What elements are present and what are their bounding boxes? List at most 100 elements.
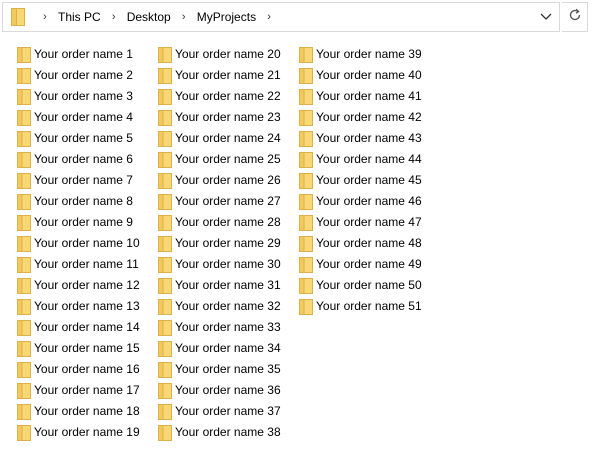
folder-name: Your order name 21 (175, 68, 281, 82)
folder-icon (11, 8, 25, 26)
folder-item[interactable]: Your order name 33 (141, 317, 281, 338)
folder-name: Your order name 39 (316, 47, 422, 61)
folder-item[interactable]: Your order name 10 (0, 233, 140, 254)
folder-icon (17, 382, 31, 399)
folder-item[interactable]: Your order name 18 (0, 401, 140, 422)
folder-item[interactable]: Your order name 25 (141, 149, 281, 170)
breadcrumb: › This PC › Desktop › MyProjects › (33, 10, 281, 24)
folder-item[interactable]: Your order name 14 (0, 317, 140, 338)
folder-item[interactable]: Your order name 46 (282, 191, 422, 212)
folder-item[interactable]: Your order name 5 (0, 128, 133, 149)
folder-view: Your order name 1 Your order name 2 Your o… (0, 44, 597, 444)
folder-name: Your order name 51 (316, 299, 422, 313)
folder-icon (299, 235, 313, 252)
breadcrumb-desktop[interactable]: Desktop (126, 10, 172, 24)
folder-item[interactable]: Your order name 51 (282, 296, 422, 317)
folder-name: Your order name 40 (316, 68, 422, 82)
folder-item[interactable]: Your order name 8 (0, 191, 133, 212)
folder-item[interactable]: Your order name 19 (0, 422, 140, 443)
folder-name: Your order name 9 (34, 215, 133, 229)
folder-icon (17, 256, 31, 273)
folder-name: Your order name 28 (175, 215, 281, 229)
breadcrumb-this-pc[interactable]: This PC (57, 10, 102, 24)
folder-item[interactable]: Your order name 4 (0, 107, 133, 128)
folder-item[interactable]: Your order name 49 (282, 254, 422, 275)
folder-icon (299, 130, 313, 147)
folder-name: Your order name 10 (34, 236, 140, 250)
folder-item[interactable]: Your order name 43 (282, 128, 422, 149)
folder-icon (158, 403, 172, 420)
address-bar[interactable]: › This PC › Desktop › MyProjects › (2, 2, 560, 32)
folder-name: Your order name 41 (316, 89, 422, 103)
folder-item[interactable]: Your order name 36 (141, 380, 281, 401)
folder-item[interactable]: Your order name 42 (282, 107, 422, 128)
folder-name: Your order name 38 (175, 425, 281, 439)
folder-icon (158, 109, 172, 126)
folder-icon (17, 403, 31, 420)
folder-item[interactable]: Your order name 13 (0, 296, 140, 317)
folder-item[interactable]: Your order name 34 (141, 338, 281, 359)
folder-item[interactable]: Your order name 28 (141, 212, 281, 233)
folder-name: Your order name 8 (34, 194, 133, 208)
folder-item[interactable]: Your order name 38 (141, 422, 281, 443)
folder-name: Your order name 32 (175, 299, 281, 313)
refresh-icon (568, 8, 582, 27)
folder-item[interactable]: Your order name 21 (141, 65, 281, 86)
folder-item[interactable]: Your order name 40 (282, 65, 422, 86)
folder-item[interactable]: Your order name 41 (282, 86, 422, 107)
chevron-right-icon[interactable]: › (263, 11, 275, 23)
chevron-right-icon[interactable]: › (39, 11, 51, 23)
folder-icon (299, 151, 313, 168)
folder-item[interactable]: Your order name 44 (282, 149, 422, 170)
folder-name: Your order name 16 (34, 362, 140, 376)
folder-item[interactable]: Your order name 6 (0, 149, 133, 170)
folder-name: Your order name 4 (34, 110, 133, 124)
folder-icon (299, 193, 313, 210)
folder-item[interactable]: Your order name 23 (141, 107, 281, 128)
folder-item[interactable]: Your order name 17 (0, 380, 140, 401)
folder-icon (17, 340, 31, 357)
folder-item[interactable]: Your order name 7 (0, 170, 133, 191)
folder-item[interactable]: Your order name 35 (141, 359, 281, 380)
breadcrumb-myprojects[interactable]: MyProjects (196, 10, 257, 24)
folder-name: Your order name 22 (175, 89, 281, 103)
folder-item[interactable]: Your order name 12 (0, 275, 140, 296)
folder-item[interactable]: Your order name 3 (0, 86, 133, 107)
folder-icon (158, 340, 172, 357)
folder-item[interactable]: Your order name 32 (141, 296, 281, 317)
chevron-right-icon[interactable]: › (178, 11, 190, 23)
folder-item[interactable]: Your order name 50 (282, 275, 422, 296)
folder-icon (158, 67, 172, 84)
folder-item[interactable]: Your order name 9 (0, 212, 133, 233)
folder-item[interactable]: Your order name 20 (141, 44, 281, 65)
folder-item[interactable]: Your order name 29 (141, 233, 281, 254)
folder-item[interactable]: Your order name 1 (0, 44, 133, 65)
refresh-button[interactable] (562, 2, 588, 32)
chevron-down-icon[interactable] (539, 9, 553, 25)
folder-item[interactable]: Your order name 45 (282, 170, 422, 191)
folder-item[interactable]: Your order name 31 (141, 275, 281, 296)
folder-item[interactable]: Your order name 11 (0, 254, 139, 275)
folder-icon (158, 130, 172, 147)
folder-item[interactable]: Your order name 26 (141, 170, 281, 191)
folder-name: Your order name 23 (175, 110, 281, 124)
folder-icon (158, 46, 172, 63)
folder-name: Your order name 11 (34, 257, 139, 271)
folder-icon (299, 109, 313, 126)
folder-item[interactable]: Your order name 16 (0, 359, 140, 380)
folder-icon (17, 361, 31, 378)
folder-item[interactable]: Your order name 48 (282, 233, 422, 254)
folder-name: Your order name 46 (316, 194, 422, 208)
folder-item[interactable]: Your order name 22 (141, 86, 281, 107)
folder-item[interactable]: Your order name 30 (141, 254, 281, 275)
folder-item[interactable]: Your order name 15 (0, 338, 140, 359)
chevron-right-icon[interactable]: › (108, 11, 120, 23)
folder-icon (299, 172, 313, 189)
folder-item[interactable]: Your order name 39 (282, 44, 422, 65)
folder-item[interactable]: Your order name 2 (0, 65, 133, 86)
folder-item[interactable]: Your order name 27 (141, 191, 281, 212)
folder-item[interactable]: Your order name 37 (141, 401, 281, 422)
folder-icon (17, 46, 31, 63)
folder-item[interactable]: Your order name 47 (282, 212, 422, 233)
folder-item[interactable]: Your order name 24 (141, 128, 281, 149)
